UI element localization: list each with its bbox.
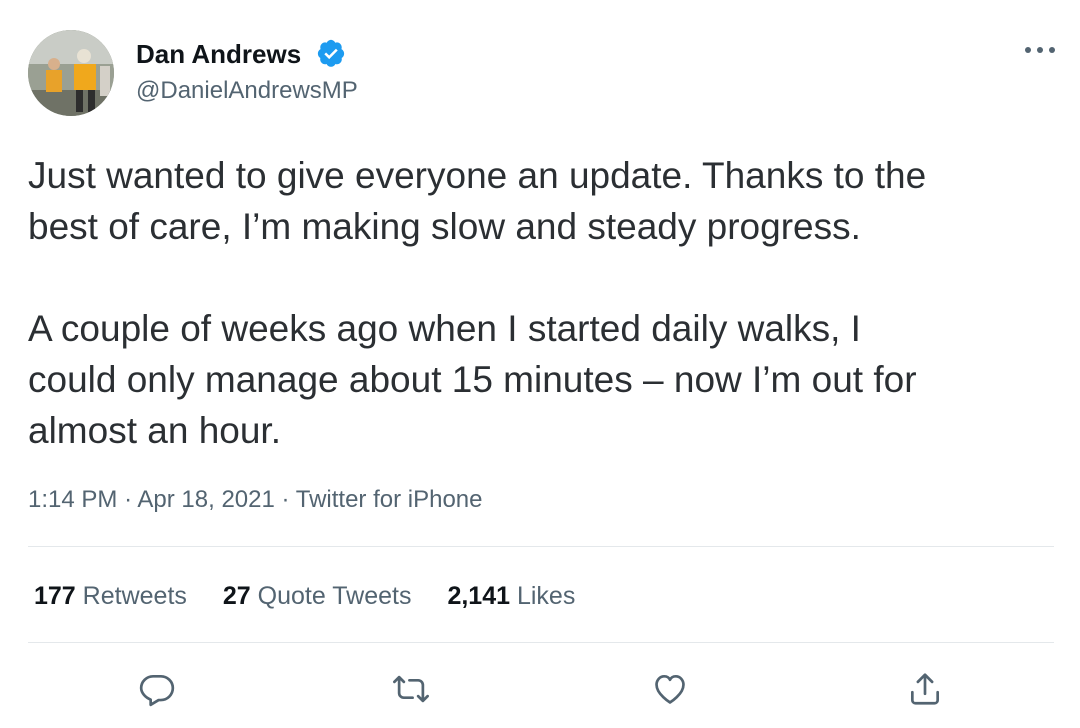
- retweets-count: 177: [34, 582, 76, 610]
- more-options-icon: [1025, 47, 1055, 53]
- retweet-icon: [393, 675, 429, 703]
- likes-label: Likes: [516, 582, 576, 610]
- retweets-stat[interactable]: 177 Retweets: [34, 580, 187, 612]
- author-handle[interactable]: @DanielAndrewsMP: [136, 75, 358, 107]
- likes-stat[interactable]: 2,141 Likes: [447, 580, 575, 612]
- reply-button[interactable]: [130, 662, 184, 716]
- meta-separator: ·: [281, 486, 290, 513]
- author-name[interactable]: Dan Andrews: [136, 38, 301, 70]
- share-button[interactable]: [898, 662, 952, 716]
- verified-badge-icon: [317, 39, 345, 67]
- divider: [28, 642, 1054, 643]
- avatar-photo: [28, 30, 114, 116]
- quote-tweets-count: 27: [222, 582, 251, 610]
- quote-tweets-label: Quote Tweets: [257, 582, 412, 610]
- tweet-date[interactable]: Apr 18, 2021: [137, 486, 274, 513]
- reply-icon: [139, 674, 175, 707]
- divider: [28, 546, 1054, 547]
- avatar[interactable]: [28, 30, 114, 116]
- like-button[interactable]: [643, 662, 697, 716]
- retweets-label: Retweets: [82, 582, 187, 610]
- tweet-time[interactable]: 1:14 PM: [28, 486, 117, 513]
- quote-tweets-stat[interactable]: 27 Quote Tweets: [223, 580, 412, 612]
- tweet-source[interactable]: Twitter for iPhone: [296, 486, 483, 513]
- tweet-card: Dan Andrews @DanielAndrewsMP Just wanted…: [0, 0, 1080, 728]
- tweet-stats: 177 Retweets 27 Quote Tweets 2,141 Likes: [34, 580, 575, 612]
- tweet-actions: [0, 662, 1080, 716]
- more-options-button[interactable]: [1018, 32, 1062, 68]
- tweet-meta: 1:14 PM · Apr 18, 2021 · Twitter for iPh…: [28, 484, 483, 516]
- meta-separator: ·: [124, 486, 133, 513]
- tweet-text: Just wanted to give everyone an update. …: [28, 155, 927, 451]
- retweet-button[interactable]: [384, 662, 438, 716]
- likes-count: 2,141: [447, 582, 511, 610]
- share-icon: [910, 673, 940, 705]
- heart-icon: [655, 674, 685, 704]
